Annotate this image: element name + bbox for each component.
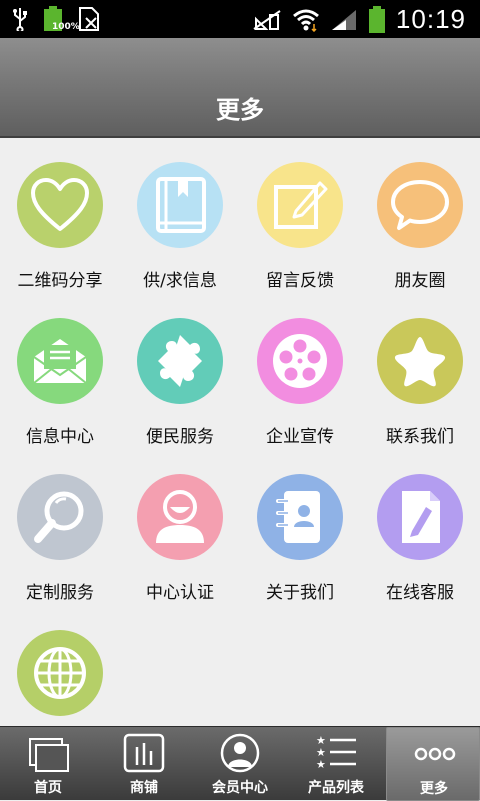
tab-home[interactable]: 首页	[0, 727, 96, 801]
tile-label: 中心认证	[146, 583, 214, 603]
heart-icon	[31, 178, 89, 231]
usb-icon	[13, 8, 27, 31]
more-dots-icon	[414, 747, 456, 761]
contacts-book-icon	[276, 491, 320, 543]
tile-label: 便民服务	[146, 427, 214, 447]
page-header: 更多	[0, 38, 480, 138]
tab-label: 首页	[34, 780, 62, 796]
tile-label: 关于我们	[266, 583, 334, 603]
book-icon	[156, 177, 206, 233]
battery-icon	[368, 5, 385, 33]
tile-feedback[interactable]: 留言反馈	[240, 140, 360, 291]
sim-card-icon	[79, 7, 99, 31]
tab-label: 会员中心	[212, 780, 268, 796]
tile-circle	[377, 474, 463, 560]
status-right: 10:19	[252, 4, 466, 35]
tile-circle	[137, 474, 223, 560]
cell-signal-icon	[331, 9, 356, 30]
tile-supply-demand[interactable]: 供/求信息	[120, 140, 240, 291]
tile-circle	[257, 474, 343, 560]
tile-contact-us[interactable]: 联系我们	[360, 296, 480, 447]
status-bar: 100% 10:19	[0, 0, 480, 38]
no-signal-icon	[253, 9, 281, 30]
tile-convenience-services[interactable]: 便民服务	[120, 296, 240, 447]
document-pen-icon	[402, 491, 440, 543]
tile-label: 定制服务	[26, 583, 94, 603]
tile-company-promo[interactable]: 企业宣传	[240, 296, 360, 447]
tab-product-list[interactable]: ★ ★ ★ 产品列表	[288, 727, 384, 801]
tile-label: 信息中心	[26, 427, 94, 447]
star-icon	[394, 337, 446, 387]
tile-circle	[137, 318, 223, 404]
list-stars-icon: ★ ★ ★	[316, 734, 356, 771]
page-title: 更多	[216, 96, 264, 124]
member-avatar-icon	[220, 733, 260, 773]
shop-bars-icon	[123, 733, 165, 773]
tile-circle	[17, 318, 103, 404]
tile-about-us[interactable]: 关于我们	[240, 452, 360, 603]
tile-certification[interactable]: 中心认证	[120, 452, 240, 603]
tab-shop[interactable]: 商铺	[96, 727, 192, 801]
tile-label: 二维码分享	[17, 271, 103, 291]
tile-info-center[interactable]: 信息中心	[0, 296, 120, 447]
tile-label: 联系我们	[386, 427, 454, 447]
svg-text:★: ★	[316, 758, 326, 771]
tile-circle	[137, 162, 223, 248]
tile-moments[interactable]: 朋友圈	[360, 140, 480, 291]
tile-circle	[17, 162, 103, 248]
tile-online-support[interactable]: 在线客服	[360, 452, 480, 603]
edit-icon	[274, 181, 328, 229]
globe-icon	[34, 647, 86, 699]
status-time: 10:19	[395, 4, 466, 34]
tile-label: 留言反馈	[266, 271, 334, 291]
tile-label: 供/求信息	[143, 271, 217, 291]
tab-label: 商铺	[130, 780, 158, 796]
tile-circle	[257, 318, 343, 404]
magnifier-icon	[34, 491, 84, 543]
tile-label: 企业宣传	[266, 427, 334, 447]
tile-circle	[17, 630, 103, 716]
tile-qrcode-share[interactable]: 二维码分享	[0, 140, 120, 291]
tile-label: 朋友圈	[394, 271, 446, 291]
tile-circle	[17, 474, 103, 560]
bottom-tab-bar: 首页 商铺 会员中心 ★ ★ ★ 产品列表 更多	[0, 726, 480, 801]
chat-bubble-icon	[391, 180, 449, 230]
tab-label: 产品列表	[308, 780, 364, 796]
tile-label: 在线客服	[386, 583, 454, 603]
tile-circle	[377, 318, 463, 404]
battery-percentage-label: 100%	[52, 22, 80, 32]
tile-circle	[377, 162, 463, 248]
film-reel-icon	[273, 334, 327, 388]
home-windows-icon	[29, 738, 69, 772]
envelope-icon	[33, 339, 87, 384]
tab-member-center[interactable]: 会员中心	[192, 727, 288, 801]
tile-custom-services[interactable]: 定制服务	[0, 452, 120, 603]
tile-circle	[257, 162, 343, 248]
tab-more[interactable]: 更多	[386, 727, 480, 801]
puzzle-icon	[158, 335, 202, 387]
wifi-icon	[292, 9, 319, 32]
tab-label: 更多	[420, 781, 448, 797]
user-icon	[156, 490, 204, 543]
